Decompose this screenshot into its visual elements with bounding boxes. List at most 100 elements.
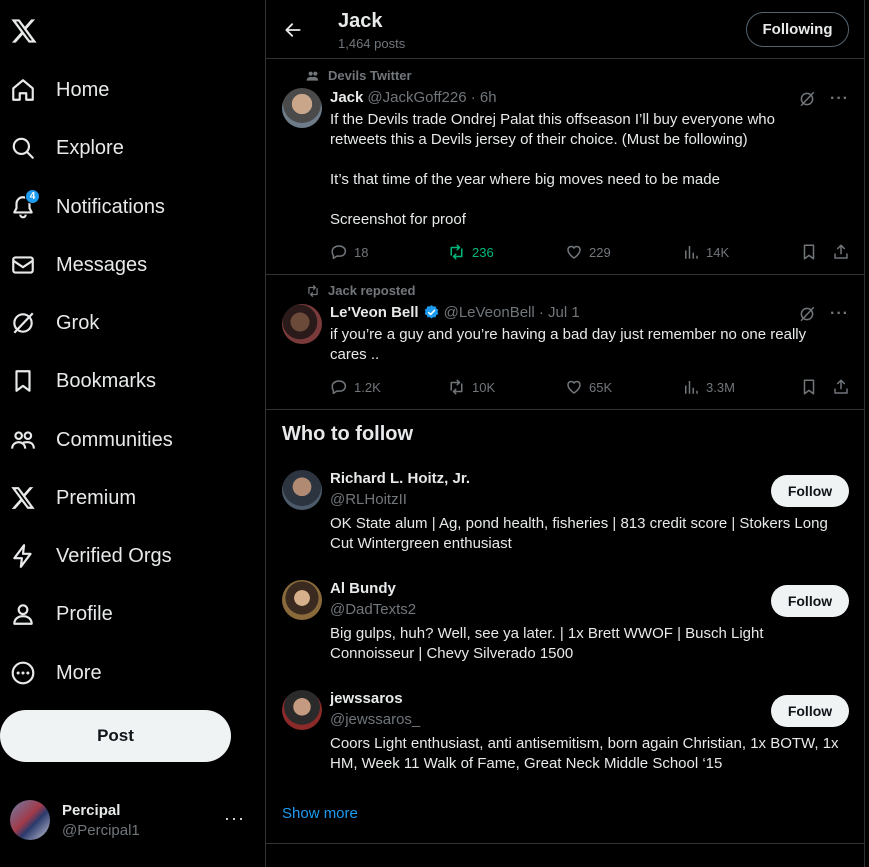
repost-icon (306, 284, 328, 298)
bookmark-icon (10, 368, 36, 394)
follow-suggestion[interactable]: jewssaros @jewssaros_ Coors Light enthus… (266, 690, 865, 800)
tweet-context-label: Devils Twitter (328, 68, 412, 83)
reply-button[interactable]: 18 (330, 243, 368, 261)
nav-grok-label: Grok (56, 311, 100, 334)
reply-button[interactable]: 1.2K (330, 378, 381, 396)
like-button[interactable]: 229 (565, 243, 611, 261)
community-icon (306, 69, 328, 83)
nav-profile[interactable]: Profile (0, 590, 250, 638)
suggestion-handle[interactable]: @RLHoitzII (330, 491, 407, 508)
tweet-author-meta[interactable]: @JackGoff226 · 6h (367, 89, 496, 106)
back-arrow-icon[interactable] (283, 20, 303, 40)
nav-verified-orgs-label: Verified Orgs (56, 544, 172, 567)
reply-count: 18 (354, 244, 369, 260)
tweet-context: Devils Twitter (306, 68, 412, 83)
nav-bookmarks-label: Bookmarks (56, 369, 157, 392)
main-column: Jack 1,464 posts Following Devils Twitte… (265, 0, 865, 867)
following-button[interactable]: Following (746, 12, 849, 47)
tweet-author-name[interactable]: Le'Veon Bell (330, 304, 419, 321)
follow-button[interactable]: Follow (771, 585, 849, 617)
nav-home[interactable]: Home (0, 66, 250, 114)
avatar[interactable] (282, 690, 322, 730)
suggestion-handle[interactable]: @jewssaros_ (330, 711, 420, 728)
tweet-author-meta[interactable]: @LeVeonBell · Jul 1 (444, 304, 580, 321)
tweet[interactable]: Devils Twitter Jack @JackGoff226 · 6h ··… (266, 60, 865, 275)
bookmark-icon[interactable] (800, 243, 818, 261)
nav-messages[interactable]: Messages (0, 241, 250, 289)
nav-home-label: Home (56, 78, 110, 101)
suggestion-name[interactable]: Al Bundy (330, 580, 396, 597)
tweet-text: If the Devils trade Ondrej Palat this of… (330, 111, 775, 228)
follow-suggestion[interactable]: Al Bundy @DadTexts2 Big gulps, huh? Well… (266, 580, 865, 690)
avatar[interactable] (282, 470, 322, 510)
more-options-icon[interactable]: ··· (830, 305, 849, 323)
nav-notifications[interactable]: 4 Notifications (0, 183, 250, 231)
account-handle: @Percipal1 (62, 821, 140, 839)
communities-icon (10, 427, 36, 453)
nav-more[interactable]: More (0, 649, 250, 697)
avatar[interactable] (282, 580, 322, 620)
suggestion-bio: Big gulps, huh? Well, see ya later. | 1x… (330, 625, 764, 662)
account-avatar (10, 800, 50, 840)
account-more-icon[interactable]: ··· (224, 808, 245, 829)
avatar[interactable] (282, 304, 322, 344)
like-count: 229 (589, 244, 611, 260)
who-to-follow-title: Who to follow (282, 423, 414, 445)
section-divider (266, 843, 865, 844)
nav-premium[interactable]: Premium (0, 474, 250, 522)
nav-bookmarks[interactable]: Bookmarks (0, 357, 250, 405)
nav-verified-orgs[interactable]: Verified Orgs (0, 532, 250, 580)
repost-button[interactable]: 236 (447, 243, 494, 261)
notification-count-badge: 4 (25, 189, 40, 204)
nav-grok[interactable]: Grok (0, 299, 250, 347)
follow-button[interactable]: Follow (771, 695, 849, 727)
tweet-actions: 1.2K 10K 65K 3.3M (330, 378, 850, 398)
reply-count: 1.2K (354, 379, 381, 395)
left-navigation: Home Explore 4 Notifications Messages Gr… (0, 0, 265, 867)
suggestion-bio: OK State alum | Ag, pond health, fisheri… (330, 515, 828, 552)
views-count: 3.3M (706, 379, 735, 395)
repost-button[interactable]: 10K (447, 378, 495, 396)
suggestion-handle[interactable]: @DadTexts2 (330, 601, 416, 618)
page-title: Jack (338, 10, 383, 32)
nav-communities[interactable]: Communities (0, 416, 250, 464)
avatar[interactable] (282, 88, 322, 128)
post-button[interactable]: Post (0, 710, 231, 762)
follow-suggestion[interactable]: Richard L. Hoitz, Jr. @RLHoitzII OK Stat… (266, 470, 865, 580)
share-icon[interactable] (832, 243, 850, 261)
nav-messages-label: Messages (56, 253, 148, 276)
x-logo-icon[interactable] (10, 18, 38, 46)
suggestion-name[interactable]: jewssaros (330, 690, 403, 707)
heart-icon (565, 378, 589, 396)
like-button[interactable]: 65K (565, 378, 612, 396)
views-button[interactable]: 14K (682, 243, 729, 261)
account-switcher[interactable]: Percipal @Percipal1 ··· (10, 798, 255, 842)
grok-icon[interactable] (798, 90, 816, 108)
nav-more-label: More (56, 661, 102, 684)
bookmark-icon[interactable] (800, 378, 818, 396)
repost-icon (447, 243, 472, 261)
nav-explore-label: Explore (56, 136, 124, 159)
more-options-icon[interactable]: ··· (830, 90, 849, 108)
nav-premium-label: Premium (56, 486, 137, 509)
nav-explore[interactable]: Explore (0, 124, 250, 172)
verified-badge-icon (423, 304, 440, 321)
tweet-header-actions: ··· (798, 90, 849, 108)
tweet-header-actions: ··· (798, 305, 849, 323)
bell-icon: 4 (10, 189, 40, 220)
x-icon (10, 485, 36, 511)
suggestion-name[interactable]: Richard L. Hoitz, Jr. (330, 470, 470, 487)
views-icon (682, 243, 706, 261)
share-icon[interactable] (832, 378, 850, 396)
tweet-header: Jack @JackGoff226 · 6h (330, 89, 497, 106)
repost-count: 10K (472, 379, 496, 395)
show-more-link[interactable]: Show more (282, 805, 358, 822)
reply-icon (330, 243, 354, 261)
home-icon (10, 77, 36, 103)
grok-icon[interactable] (798, 305, 816, 323)
views-button[interactable]: 3.3M (682, 378, 735, 396)
follow-button[interactable]: Follow (771, 475, 849, 507)
tweet[interactable]: Jack reposted Le'Veon Bell @LeVeonBell ·… (266, 275, 865, 410)
tweet-context-label: Jack reposted (328, 283, 416, 298)
tweet-author-name[interactable]: Jack (330, 89, 363, 106)
